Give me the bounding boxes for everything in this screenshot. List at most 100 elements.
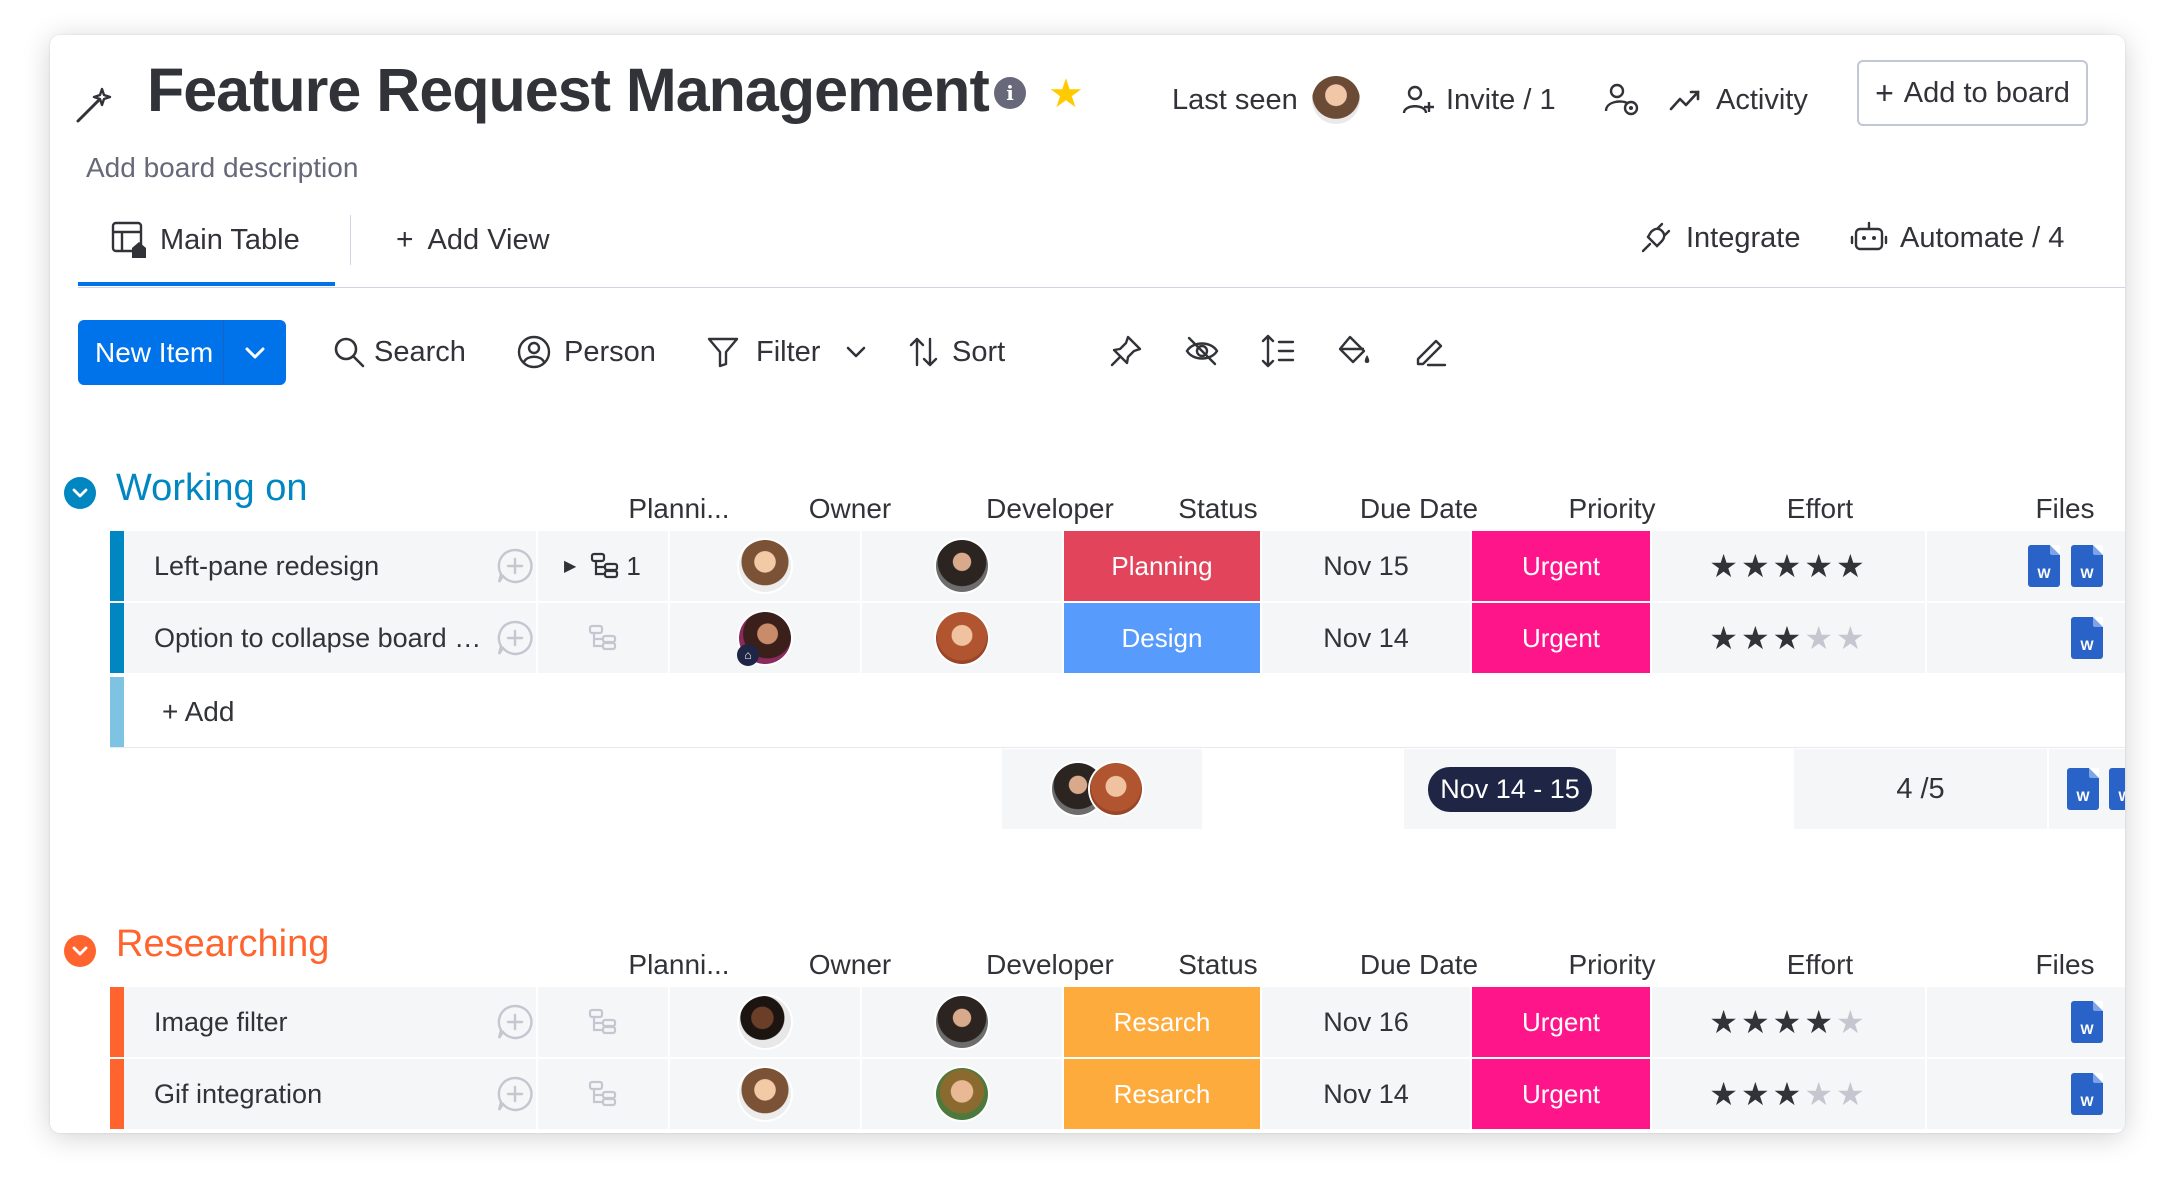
avatar[interactable] [739,540,791,592]
info-icon[interactable]: i [994,77,1026,109]
collapse-group-icon[interactable] [64,935,96,967]
column-header-status[interactable]: Status [1128,493,1308,525]
star-empty-icon[interactable]: ★ [1804,1075,1836,1113]
tab-main-table[interactable]: Main Table [110,215,300,265]
chevron-down-icon[interactable] [846,346,866,358]
planning-cell[interactable]: ▶ 1 [538,531,668,601]
add-update-icon[interactable] [496,1003,534,1041]
files-cell[interactable]: W [1927,1059,2125,1129]
column-header-due-date[interactable]: Due Date [1314,949,1524,981]
avatar[interactable] [936,612,988,664]
group-title[interactable]: Working on [116,467,308,510]
column-header-planning[interactable]: Planni... [598,493,760,525]
priority-cell[interactable]: Urgent [1472,531,1650,601]
add-item-label[interactable]: + Add [162,677,234,747]
add-update-icon[interactable] [496,619,534,657]
sort-button[interactable]: Sort [908,327,1005,377]
files-cell[interactable]: W [1927,603,2125,673]
star-filled-icon[interactable]: ★ [1741,547,1773,585]
star-empty-icon[interactable]: ★ [1804,619,1836,657]
filter-button[interactable]: Filter [706,327,866,377]
integrate-button[interactable]: Integrate [1638,213,1800,263]
due-date-cell[interactable]: Nov 15 [1262,531,1470,601]
word-file-icon[interactable]: W [2071,617,2103,659]
status-cell[interactable]: Design [1064,603,1260,673]
avatar[interactable] [936,996,988,1048]
last-seen[interactable]: Last seen [1172,75,1360,125]
column-header-priority[interactable]: Priority [1527,949,1697,981]
column-header-status[interactable]: Status [1128,949,1308,981]
star-filled-icon[interactable]: ★ [1709,619,1741,657]
owner-cell[interactable] [670,987,860,1057]
developer-cell[interactable] [862,1059,1062,1129]
column-header-effort[interactable]: Effort [1700,949,1940,981]
item-name[interactable]: Left-pane redesign [154,551,484,582]
avatar[interactable] [936,1068,988,1120]
group-title[interactable]: Researching [116,923,329,966]
paint-bucket-icon[interactable] [1336,333,1372,369]
star-empty-icon[interactable]: ★ [1836,1003,1868,1041]
add-view-button[interactable]: + Add View [396,215,550,265]
automate-button[interactable]: Automate / 4 [1850,213,2064,263]
developer-cell[interactable] [862,987,1062,1057]
word-file-icon[interactable]: W [2109,768,2125,810]
chevron-down-icon[interactable] [224,320,286,385]
star-empty-icon[interactable]: ★ [1836,1075,1868,1113]
star-filled-icon[interactable]: ★ [1741,619,1773,657]
status-cell[interactable]: Resarch [1064,987,1260,1057]
owner-cell[interactable] [670,1059,860,1129]
status-cell[interactable]: Resarch [1064,1059,1260,1129]
developer-cell[interactable] [862,531,1062,601]
priority-cell[interactable]: Urgent [1472,1059,1650,1129]
effort-rating[interactable]: ★ ★ ★ ★ ★ [1652,603,1925,673]
star-filled-icon[interactable]: ★ [1773,619,1805,657]
star-filled-icon[interactable]: ★ [1804,547,1836,585]
item-name[interactable]: Gif integration [154,1079,484,1110]
add-to-board-button[interactable]: + Add to board [1857,60,2088,126]
activity-button[interactable]: Activity [1668,75,1808,125]
due-date-cell[interactable]: Nov 14 [1262,603,1470,673]
star-filled-icon[interactable]: ★ [1836,547,1868,585]
hide-eye-icon[interactable] [1184,333,1220,369]
effort-rating[interactable]: ★ ★ ★ ★ ★ [1652,531,1925,601]
star-filled-icon[interactable]: ★ [1773,547,1805,585]
invite-button[interactable]: Invite / 1 [1400,75,1556,125]
star-filled-icon[interactable]: ★ [1773,1003,1805,1041]
planning-cell[interactable] [538,1059,668,1129]
status-cell[interactable]: Planning [1064,531,1260,601]
magic-wand-icon[interactable] [72,85,114,127]
word-file-icon[interactable]: W [2067,768,2099,810]
avatar[interactable] [936,540,988,592]
item-name-cell[interactable]: Gif integration [124,1059,536,1129]
column-header-priority[interactable]: Priority [1527,493,1697,525]
pin-icon[interactable] [1108,333,1144,369]
priority-cell[interactable]: Urgent [1472,603,1650,673]
subitems-icon[interactable] [588,1080,618,1108]
item-name-cell[interactable]: Image filter [124,987,536,1057]
integrations-avatar-icon[interactable] [1602,79,1642,119]
collapse-group-icon[interactable] [64,477,96,509]
column-header-files[interactable]: Files [2005,493,2125,525]
star-filled-icon[interactable]: ★ [1773,1075,1805,1113]
item-name-cell[interactable]: Option to collapse board hea... [124,603,536,673]
new-item-button[interactable]: New Item [78,320,286,385]
board-title[interactable]: Feature Request Management [147,55,990,125]
item-name-cell[interactable]: Left-pane redesign [124,531,536,601]
avatar[interactable] [739,1068,791,1120]
add-item-row[interactable]: + Add [110,677,2125,748]
column-header-owner[interactable]: Owner [750,493,950,525]
avatar[interactable]: ⌂ [737,612,791,666]
row-height-icon[interactable] [1260,333,1296,369]
person-filter-button[interactable]: Person [516,327,656,377]
column-header-effort[interactable]: Effort [1700,493,1940,525]
add-update-icon[interactable] [496,1075,534,1113]
star-filled-icon[interactable]: ★ [1709,547,1741,585]
star-favorite-icon[interactable]: ★ [1048,71,1084,117]
table-row[interactable]: Left-pane redesign ▶ 1 Planning Nov 15 U… [110,531,2125,601]
word-file-icon[interactable]: W [2071,1001,2103,1043]
expand-caret-icon[interactable]: ▶ [564,556,576,576]
table-row[interactable]: Option to collapse board hea... ⌂ Design… [110,603,2125,673]
priority-cell[interactable]: Urgent [1472,987,1650,1057]
star-filled-icon[interactable]: ★ [1709,1003,1741,1041]
edit-pen-icon[interactable] [1412,333,1448,369]
